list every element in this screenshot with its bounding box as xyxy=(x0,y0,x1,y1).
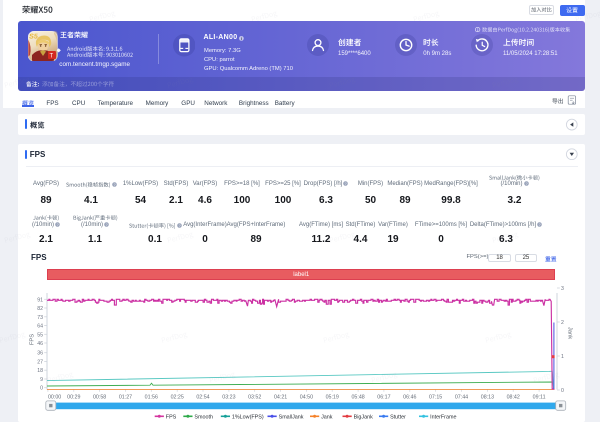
svg-text:18: 18 xyxy=(37,368,43,374)
svg-text:0: 0 xyxy=(40,386,43,392)
svg-text:04:50: 04:50 xyxy=(300,394,313,400)
svg-text:SmallJank: SmallJank xyxy=(279,414,304,420)
svg-text:00:58: 00:58 xyxy=(93,394,106,400)
svg-text:91: 91 xyxy=(37,297,43,303)
svg-text:06:46: 06:46 xyxy=(403,394,416,400)
svg-text:FPS: FPS xyxy=(166,414,177,420)
svg-text:03:52: 03:52 xyxy=(248,394,261,400)
svg-text:46: 46 xyxy=(37,341,43,347)
svg-text:73: 73 xyxy=(37,315,43,321)
svg-text:05:48: 05:48 xyxy=(351,394,364,400)
svg-text:00:29: 00:29 xyxy=(67,394,80,400)
svg-text:07:44: 07:44 xyxy=(455,394,468,400)
svg-text:Jank: Jank xyxy=(567,327,573,339)
svg-text:01:27: 01:27 xyxy=(119,394,132,400)
svg-text:02:54: 02:54 xyxy=(196,394,209,400)
svg-text:00:00: 00:00 xyxy=(48,394,61,400)
svg-text:64: 64 xyxy=(37,324,43,330)
svg-text:05:19: 05:19 xyxy=(326,394,339,400)
svg-text:InterFrame: InterFrame xyxy=(430,414,456,420)
svg-text:0: 0 xyxy=(561,388,564,394)
svg-text:9: 9 xyxy=(40,377,43,383)
svg-text:FPS: FPS xyxy=(30,334,36,345)
svg-text:BigJank: BigJank xyxy=(354,414,373,420)
svg-text:08:13: 08:13 xyxy=(481,394,494,400)
svg-text:82: 82 xyxy=(37,306,43,312)
svg-text:1: 1 xyxy=(561,354,564,360)
svg-text:3: 3 xyxy=(561,286,564,292)
svg-text:08:42: 08:42 xyxy=(507,394,520,400)
svg-text:03:23: 03:23 xyxy=(222,394,235,400)
svg-text:07:15: 07:15 xyxy=(429,394,442,400)
svg-text:09:11: 09:11 xyxy=(533,394,546,400)
svg-text:Smooth: Smooth xyxy=(194,414,213,420)
svg-text:1%Low(FPS): 1%Low(FPS) xyxy=(232,414,264,420)
svg-text:Jank: Jank xyxy=(321,414,333,420)
svg-text:55: 55 xyxy=(37,332,43,338)
svg-text:02:25: 02:25 xyxy=(171,394,184,400)
svg-text:06:17: 06:17 xyxy=(377,394,390,400)
svg-text:2: 2 xyxy=(561,320,564,326)
svg-text:04:21: 04:21 xyxy=(274,394,287,400)
svg-text:Stutter: Stutter xyxy=(390,414,406,420)
svg-text:36: 36 xyxy=(37,351,43,357)
svg-text:01:56: 01:56 xyxy=(145,394,158,400)
svg-text:27: 27 xyxy=(37,360,43,366)
